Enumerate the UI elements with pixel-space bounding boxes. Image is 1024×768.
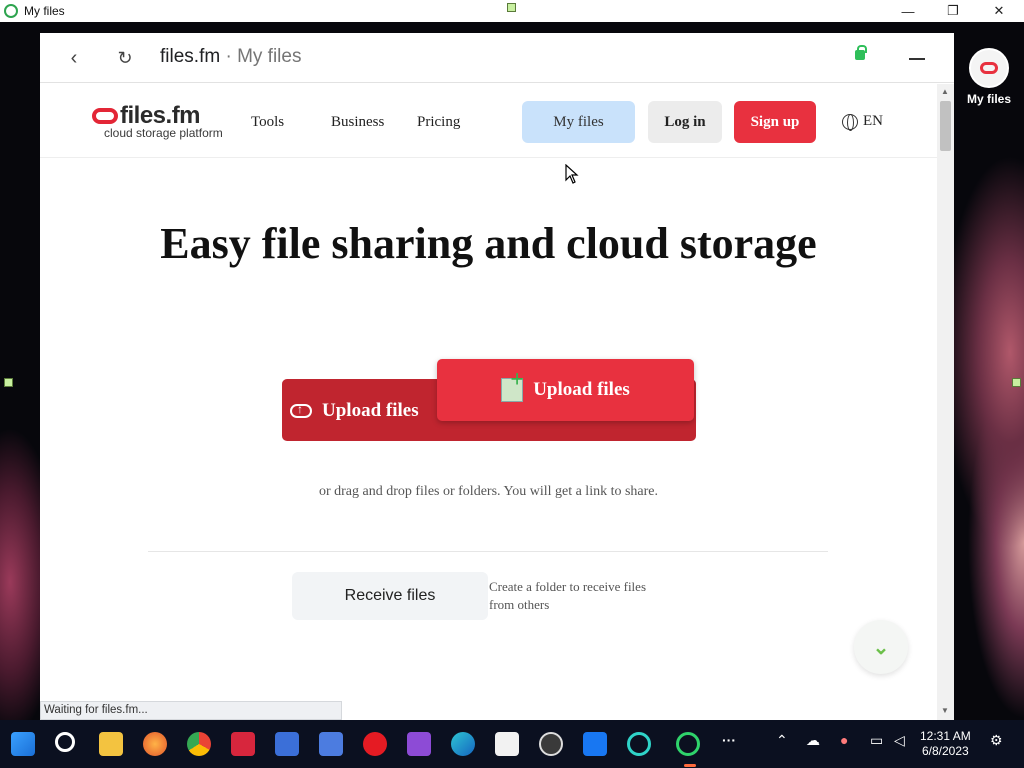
microphone-icon[interactable]: ● bbox=[840, 732, 848, 748]
app-icon bbox=[4, 4, 18, 18]
my-files-button[interactable]: My files bbox=[522, 101, 635, 143]
facebook-icon[interactable] bbox=[583, 732, 607, 756]
drag-drop-hint: or drag and drop files or folders. You w… bbox=[318, 484, 659, 499]
taskbar-clock[interactable]: 12:31 AM 6/8/2023 bbox=[920, 729, 971, 759]
receive-files-description: Create a folder to receive files from ot… bbox=[489, 579, 646, 612]
clock-time: 12:31 AM bbox=[920, 729, 971, 743]
globe-icon bbox=[842, 113, 858, 131]
onedrive-icon[interactable]: ☁ bbox=[806, 732, 820, 749]
circle-app-active-icon[interactable] bbox=[676, 732, 700, 756]
nav-pricing[interactable]: Pricing bbox=[417, 114, 460, 131]
files-fm-logo-icon bbox=[92, 108, 118, 124]
window-title: My files bbox=[24, 4, 65, 18]
browser-window: ‹ ↻ files.fm · My files files.fm cloud s… bbox=[40, 33, 954, 720]
p-app-icon[interactable] bbox=[275, 732, 299, 756]
more-icon[interactable]: ··· bbox=[722, 732, 736, 748]
reload-icon[interactable]: ↻ bbox=[110, 43, 140, 73]
url-page: My files bbox=[237, 46, 302, 67]
scroll-up-icon[interactable]: ▲ bbox=[941, 87, 949, 96]
address-bar: ‹ ↻ files.fm · My files bbox=[40, 33, 954, 83]
side-app-label: My files bbox=[966, 92, 1011, 106]
dragged-upload-label: Upload files bbox=[533, 379, 630, 400]
add-file-icon bbox=[501, 367, 524, 402]
chevron-up-icon[interactable]: ⌃ bbox=[776, 732, 788, 749]
lock-icon bbox=[855, 45, 867, 60]
opera-icon[interactable] bbox=[363, 732, 387, 756]
login-button[interactable]: Log in bbox=[648, 101, 722, 143]
upload-label: Upload files bbox=[322, 400, 419, 421]
clapper-icon[interactable] bbox=[407, 732, 431, 756]
active-indicator bbox=[684, 764, 696, 767]
volume-icon[interactable]: ◁ bbox=[894, 732, 905, 749]
minimize-icon[interactable]: — bbox=[885, 0, 931, 22]
resize-handle[interactable] bbox=[4, 378, 13, 387]
chrome-icon[interactable] bbox=[187, 732, 211, 756]
side-app-shortcut[interactable]: My files bbox=[960, 46, 1018, 106]
notifications-icon[interactable]: ⚙ bbox=[990, 732, 1003, 749]
close-icon[interactable]: ✕ bbox=[976, 0, 1022, 22]
upload-button-label[interactable]: Upload files bbox=[290, 400, 419, 422]
screen-recorder-icon[interactable] bbox=[231, 732, 255, 756]
dragged-upload-button[interactable]: Upload files bbox=[437, 359, 694, 421]
mouse-cursor-icon bbox=[565, 164, 579, 184]
divider bbox=[148, 551, 828, 552]
circle-app-icon[interactable] bbox=[627, 732, 651, 756]
media-player-icon[interactable] bbox=[539, 732, 563, 756]
clock-date: 6/8/2023 bbox=[921, 744, 969, 758]
nav-business[interactable]: Business bbox=[331, 114, 384, 131]
url-host: files.fm bbox=[160, 46, 221, 67]
nav-tools[interactable]: Tools bbox=[251, 114, 284, 131]
scrollbar-thumb[interactable] bbox=[940, 101, 951, 151]
start-icon[interactable] bbox=[11, 732, 35, 756]
firefox-icon[interactable] bbox=[143, 732, 167, 756]
language-selector[interactable]: EN bbox=[842, 113, 883, 131]
logo-tagline: cloud storage platform bbox=[104, 126, 223, 140]
back-arrow-icon[interactable]: ‹ bbox=[59, 43, 89, 73]
language-label: EN bbox=[863, 113, 883, 129]
scroll-down-arrow-icon[interactable]: ▼ bbox=[941, 706, 949, 715]
cloud-upload-icon bbox=[290, 402, 312, 418]
photos-icon[interactable] bbox=[495, 732, 519, 756]
edge-icon[interactable] bbox=[451, 732, 475, 756]
receive-files-button[interactable]: Receive files bbox=[292, 572, 488, 620]
signup-button[interactable]: Sign up bbox=[734, 101, 816, 143]
url-separator: · bbox=[220, 46, 238, 67]
files-fm-logo-icon bbox=[969, 48, 1009, 88]
status-bar: Waiting for files.fm... bbox=[40, 701, 342, 720]
search-icon[interactable] bbox=[55, 732, 75, 752]
page-headline: Easy file sharing and cloud storage bbox=[160, 219, 817, 268]
taskbar: ··· ⌃ ☁ ● ▭ ◁ 12:31 AM 6/8/2023 ⚙ bbox=[0, 720, 1024, 768]
network-icon[interactable]: ▭ bbox=[870, 732, 883, 749]
maximize-icon[interactable]: ❐ bbox=[930, 0, 976, 22]
web-page: files.fm cloud storage platform Tools Bu… bbox=[40, 84, 937, 720]
url-text[interactable]: files.fm · My files bbox=[160, 46, 301, 68]
resize-handle[interactable] bbox=[1012, 378, 1021, 387]
minimize-icon[interactable] bbox=[909, 58, 925, 60]
resize-handle[interactable] bbox=[507, 3, 516, 12]
file-explorer-icon[interactable] bbox=[99, 732, 123, 756]
chevron-down-icon[interactable]: ⌄ bbox=[854, 620, 908, 674]
site-header: files.fm cloud storage platform Tools Bu… bbox=[40, 84, 937, 158]
page-scrollbar[interactable]: ▲ ▼ bbox=[937, 84, 954, 720]
p-app-icon-2[interactable] bbox=[319, 732, 343, 756]
